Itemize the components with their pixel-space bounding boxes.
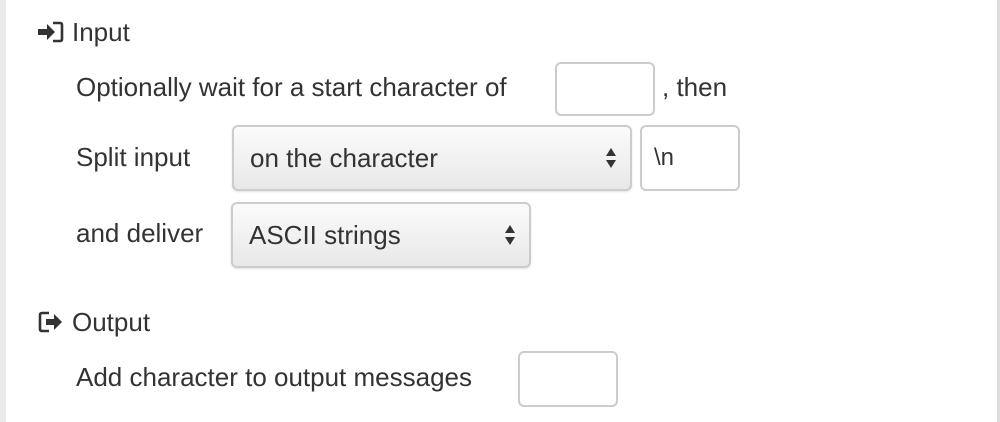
output-section-header: Output bbox=[38, 304, 150, 340]
split-mode-select[interactable]: on the character bbox=[232, 125, 632, 191]
sign-in-icon bbox=[38, 20, 66, 44]
deliver-label: and deliver bbox=[76, 218, 204, 248]
deliver-mode-select[interactable]: ASCII strings bbox=[231, 202, 531, 268]
panel-left-border bbox=[0, 0, 6, 422]
output-section-title: Output bbox=[72, 306, 151, 337]
then-label: , then bbox=[662, 72, 728, 102]
serial-config-panel: Input Optionally wait for a start charac… bbox=[0, 0, 1000, 422]
sign-out-icon bbox=[38, 310, 66, 334]
split-mode-value: on the character bbox=[250, 142, 438, 173]
deliver-mode-value: ASCII strings bbox=[249, 219, 401, 250]
output-char-input[interactable] bbox=[518, 351, 618, 407]
split-input-label: Split input bbox=[76, 142, 191, 172]
start-char-input[interactable] bbox=[555, 62, 655, 116]
input-section-header: Input bbox=[38, 14, 130, 50]
add-char-label: Add character to output messages bbox=[76, 362, 473, 392]
wait-start-char-label: Optionally wait for a start character of bbox=[76, 72, 507, 102]
select-caret-icon bbox=[503, 223, 517, 247]
select-caret-icon bbox=[604, 146, 618, 170]
input-section-title: Input bbox=[72, 16, 130, 47]
split-char-input[interactable] bbox=[640, 125, 740, 191]
